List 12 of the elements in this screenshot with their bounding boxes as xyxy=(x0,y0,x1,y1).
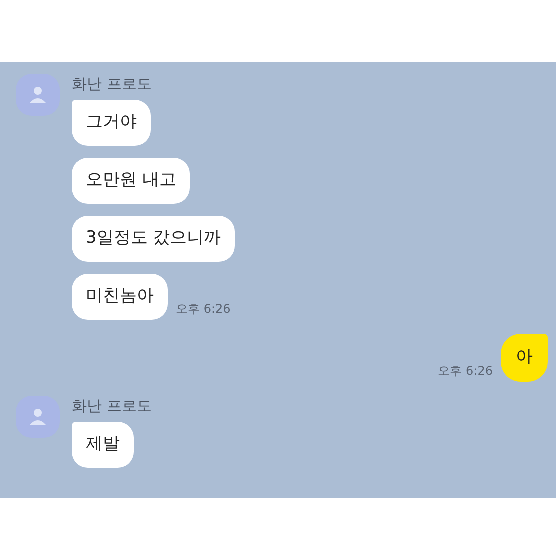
sender-name: 화난 프로도 xyxy=(72,396,152,416)
sender-name: 화난 프로도 xyxy=(72,74,153,94)
message-bubble: 3일정도 갔으니까 xyxy=(72,216,236,262)
message-bubble: 아 xyxy=(501,334,548,382)
message-time: 오후 6:26 xyxy=(438,363,493,380)
message-bubble: 그거야 xyxy=(72,100,151,146)
message-bubble: 오만원 내고 xyxy=(72,158,190,204)
message-time: 오후 6:26 xyxy=(176,301,231,318)
message-bubble: 제발 xyxy=(72,422,134,468)
message-bubble: 미친놈아 xyxy=(72,274,168,320)
avatar-icon xyxy=(16,74,60,116)
avatar-icon xyxy=(16,396,60,438)
